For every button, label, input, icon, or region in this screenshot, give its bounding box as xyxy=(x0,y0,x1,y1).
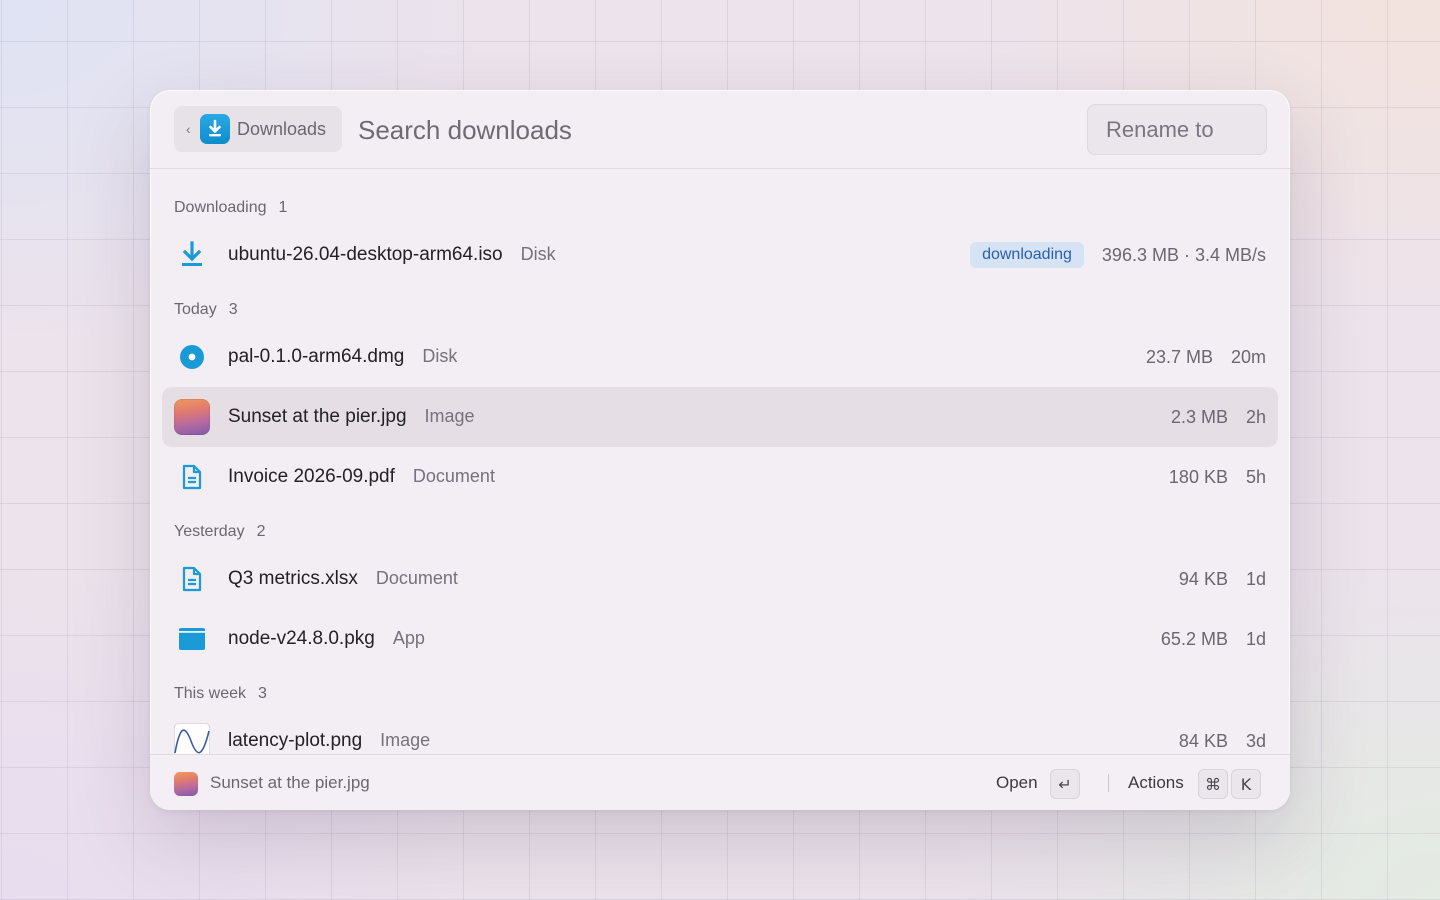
download-icon xyxy=(174,237,210,273)
k-key[interactable]: K xyxy=(1231,769,1261,799)
section-count: 2 xyxy=(256,523,266,540)
item-size: 180 KB xyxy=(1168,466,1228,487)
breadcrumb-label: Downloads xyxy=(237,118,327,139)
list-item[interactable]: Q3 metrics.xlsx Document 94 KB 1d xyxy=(162,549,1278,609)
item-kind: Image xyxy=(380,730,431,750)
open-action[interactable]: Open xyxy=(996,773,1038,793)
footer-bar: Sunset at the pier.jpg Open ↵ Actions ⌘ … xyxy=(150,754,1290,810)
item-name: Invoice 2026-09.pdf xyxy=(228,466,395,487)
item-size: 94 KB xyxy=(1178,568,1228,589)
section-title: Downloading xyxy=(174,199,267,216)
actions-button[interactable]: Actions xyxy=(1128,773,1184,793)
search-input[interactable] xyxy=(358,112,1058,148)
downloads-list: Downloading 1 ubuntu-26.04-desktop-arm64… xyxy=(150,170,1290,754)
selected-thumbnail xyxy=(174,772,198,796)
item-age: 20m xyxy=(1230,346,1266,367)
disk-icon xyxy=(174,339,210,375)
command-key-icon[interactable]: ⌘ xyxy=(1198,769,1228,799)
item-name: ubuntu-26.04-desktop-arm64.iso xyxy=(228,244,503,265)
section-header-yesterday: Yesterday 2 xyxy=(174,522,265,542)
section-count: 1 xyxy=(278,199,288,216)
item-age: 1d xyxy=(1245,628,1266,649)
rename-input[interactable] xyxy=(1087,104,1267,155)
section-title: Yesterday xyxy=(174,523,245,540)
section-count: 3 xyxy=(258,685,267,702)
item-kind: Document xyxy=(412,466,495,486)
return-key-icon[interactable]: ↵ xyxy=(1050,769,1080,799)
section-title: This week xyxy=(174,685,247,702)
header: ‹ Downloads xyxy=(150,90,1290,169)
item-size: 2.3 MB xyxy=(1170,406,1228,427)
item-size: 65.2 MB xyxy=(1160,628,1228,649)
list-item[interactable]: ubuntu-26.04-desktop-arm64.iso Disk down… xyxy=(162,225,1278,285)
item-name: latency-plot.png xyxy=(228,730,363,751)
list-item[interactable]: Invoice 2026-09.pdf Document 180 KB 5h xyxy=(162,447,1278,507)
item-age: 3d xyxy=(1245,730,1266,751)
section-count: 3 xyxy=(228,301,238,318)
item-size: 396.3 MB · 3.4 MB/s xyxy=(1101,244,1266,265)
list-item[interactable]: latency-plot.png Image 84 KB 3d xyxy=(162,711,1278,754)
item-age: 5h xyxy=(1245,466,1266,487)
item-name: Sunset at the pier.jpg xyxy=(228,406,407,427)
section-title: Today xyxy=(174,301,217,318)
item-kind: Document xyxy=(375,568,458,588)
section-header-this-week: This week 3 xyxy=(174,684,267,704)
app-window-icon xyxy=(174,621,210,657)
section-header-downloading: Downloading 1 xyxy=(174,198,287,218)
plot-thumbnail xyxy=(174,723,210,754)
chevron-left-icon[interactable]: ‹ xyxy=(186,121,198,137)
list-item-selected[interactable]: Sunset at the pier.jpg Image 2.3 MB 2h xyxy=(162,387,1278,447)
downloads-panel: ‹ Downloads Downloading 1 xyxy=(150,90,1290,810)
item-name: Q3 metrics.xlsx xyxy=(228,568,358,589)
item-kind: Image xyxy=(424,406,475,426)
item-name: pal-0.1.0-arm64.dmg xyxy=(228,346,405,367)
document-icon xyxy=(174,561,210,597)
item-size: 23.7 MB xyxy=(1145,346,1213,367)
document-icon xyxy=(174,459,210,495)
status-badge: downloading xyxy=(970,242,1084,268)
downloads-breadcrumb[interactable]: ‹ Downloads xyxy=(174,106,342,152)
item-kind: Disk xyxy=(520,244,556,264)
downloads-app-icon xyxy=(200,114,230,144)
item-age: 1d xyxy=(1245,568,1266,589)
item-name: node-v24.8.0.pkg xyxy=(228,628,375,649)
image-thumbnail xyxy=(174,399,210,435)
item-kind: App xyxy=(392,628,425,648)
list-item[interactable]: node-v24.8.0.pkg App 65.2 MB 1d xyxy=(162,609,1278,669)
item-age: 2h xyxy=(1245,406,1266,427)
divider xyxy=(1108,774,1109,792)
section-header-today: Today 3 xyxy=(174,300,238,320)
item-kind: Disk xyxy=(422,346,458,366)
item-size: 84 KB xyxy=(1178,730,1228,751)
selected-item-name: Sunset at the pier.jpg xyxy=(210,773,370,792)
list-item[interactable]: pal-0.1.0-arm64.dmg Disk 23.7 MB 20m xyxy=(162,327,1278,387)
